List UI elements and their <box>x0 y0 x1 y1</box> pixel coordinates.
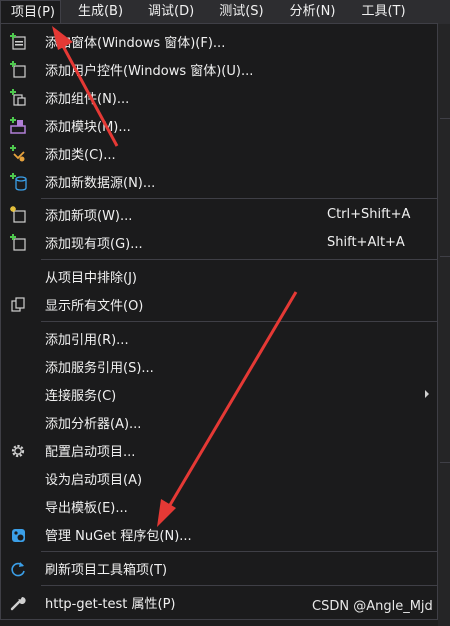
watermark: CSDN @Angle_Mjd <box>312 599 433 614</box>
menubar-analyze[interactable]: 分析(N) <box>264 0 336 24</box>
menu-item-label: 添加用户控件(Windows 窗体)(U)... <box>45 64 254 79</box>
menu-item-label: 添加组件(N)... <box>45 92 130 107</box>
menu-separator <box>41 321 437 322</box>
menu-item-show-all-files[interactable]: 显示所有文件(O) <box>1 291 437 318</box>
menu-item-add-data-source[interactable]: 添加新数据源(N)... <box>1 168 437 195</box>
menu-item-label: 添加服务引用(S)... <box>45 361 154 376</box>
menubar-build[interactable]: 生成(B) <box>61 0 123 24</box>
add-user-control-icon <box>10 61 26 78</box>
menu-item-add-component[interactable]: 添加组件(N)... <box>1 84 437 111</box>
menu-item-label: 添加窗体(Windows 窗体)(F)... <box>45 36 226 51</box>
background-editor <box>438 24 450 626</box>
add-data-source-icon <box>10 173 27 191</box>
menu-item-label: 添加类(C)... <box>45 148 116 163</box>
wrench-icon <box>10 596 26 611</box>
menu-item-label: 设为启动项目(A) <box>45 473 143 488</box>
menu-item-label: 添加模块(M)... <box>45 120 131 135</box>
menubar-test[interactable]: 测试(S) <box>194 0 263 24</box>
menu-item-set-startup[interactable]: 设为启动项目(A) <box>1 465 437 492</box>
add-form-icon <box>10 33 26 50</box>
menu-item-label: 管理 NuGet 程序包(N)... <box>45 529 192 544</box>
menu-separator <box>41 551 437 552</box>
menu-item-add-class[interactable]: 添加类(C)... <box>1 140 437 167</box>
menu-item-label: 添加新数据源(N)... <box>45 176 156 191</box>
menu-item-shortcut: Shift+Alt+A <box>327 235 405 250</box>
menu-separator <box>41 585 437 586</box>
menu-item-manage-nuget[interactable]: 管理 NuGet 程序包(N)... <box>1 521 437 548</box>
menu-item-add-module[interactable]: 添加模块(M)... <box>1 112 437 139</box>
menu-item-label: 连接服务(C) <box>45 389 117 404</box>
add-existing-item-icon <box>10 234 26 251</box>
menu-item-add-reference[interactable]: 添加引用(R)... <box>1 325 437 352</box>
menu-item-add-form[interactable]: 添加窗体(Windows 窗体)(F)... <box>1 28 437 55</box>
menu-separator <box>41 259 437 260</box>
submenu-arrow-icon <box>425 390 429 398</box>
gear-icon <box>11 444 25 458</box>
add-class-icon <box>10 145 25 162</box>
menu-item-connected-services[interactable]: 连接服务(C) <box>1 381 437 408</box>
menu-item-label: 添加引用(R)... <box>45 333 129 348</box>
project-dropdown-menu: 添加窗体(Windows 窗体)(F)... 添加用户控件(Windows 窗体… <box>0 23 438 620</box>
menu-item-export-template[interactable]: 导出模板(E)... <box>1 493 437 520</box>
menu-item-shortcut: Ctrl+Shift+A <box>327 207 411 222</box>
background-divider <box>440 256 450 257</box>
menu-item-label: http-get-test 属性(P) <box>45 597 176 612</box>
menu-item-refresh-toolbox[interactable]: 刷新项目工具箱项(T) <box>1 555 437 582</box>
menu-item-add-service-reference[interactable]: 添加服务引用(S)... <box>1 353 437 380</box>
menu-item-label: 刷新项目工具箱项(T) <box>45 563 168 578</box>
menu-bar: 项目(P) 生成(B) 调试(D) 测试(S) 分析(N) 工具(T) <box>0 0 450 24</box>
nuget-icon <box>12 529 25 542</box>
menubar-tools[interactable]: 工具(T) <box>335 0 405 24</box>
menu-item-label: 添加分析器(A)... <box>45 417 142 432</box>
show-all-files-icon <box>11 297 25 312</box>
menu-item-label: 添加新项(W)... <box>45 209 133 224</box>
menu-item-label: 从项目中排除(J) <box>45 271 137 286</box>
menu-item-label: 添加现有项(G)... <box>45 237 143 252</box>
background-divider <box>440 118 450 119</box>
menubar-project[interactable]: 项目(P) <box>0 0 61 24</box>
menu-item-add-user-control[interactable]: 添加用户控件(Windows 窗体)(U)... <box>1 56 437 83</box>
menu-item-configure-startup[interactable]: 配置启动项目... <box>1 437 437 464</box>
refresh-icon <box>11 562 25 577</box>
menu-item-add-analyzer[interactable]: 添加分析器(A)... <box>1 409 437 436</box>
menu-item-exclude-from-project[interactable]: 从项目中排除(J) <box>1 263 437 290</box>
menu-item-label: 导出模板(E)... <box>45 501 128 516</box>
add-module-icon <box>10 117 26 134</box>
add-component-icon <box>10 89 26 106</box>
menu-item-label: 显示所有文件(O) <box>45 299 144 314</box>
menu-item-add-existing-item[interactable]: 添加现有项(G)... Shift+Alt+A <box>1 229 437 256</box>
background-divider <box>440 462 450 463</box>
menubar-debug[interactable]: 调试(D) <box>123 0 194 24</box>
menu-item-add-new-item[interactable]: 添加新项(W)... Ctrl+Shift+A <box>1 201 437 228</box>
add-new-item-icon <box>10 206 26 223</box>
menu-separator <box>41 198 437 199</box>
menu-item-label: 配置启动项目... <box>45 445 136 460</box>
